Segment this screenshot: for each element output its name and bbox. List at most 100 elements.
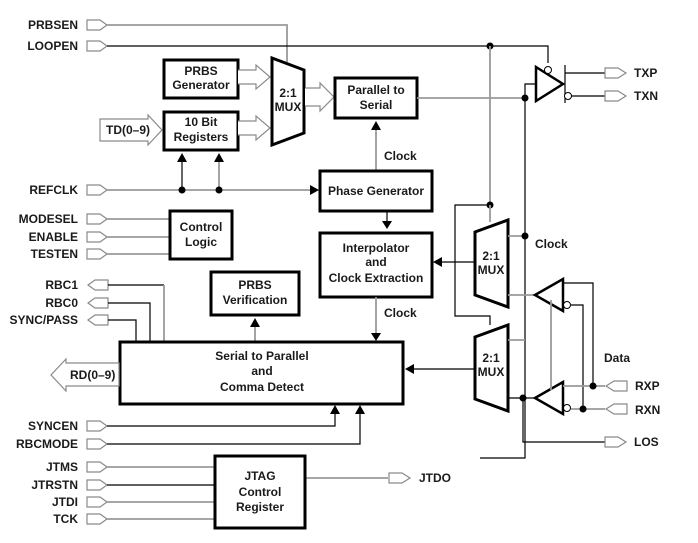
output-port-rbc0: RBC0 xyxy=(45,296,109,310)
svg-text:MUX: MUX xyxy=(275,100,302,114)
wire-rxp-upper xyxy=(563,282,594,386)
td-label: TD(0–9) xyxy=(106,123,150,137)
svg-text:PRBS: PRBS xyxy=(184,64,217,78)
arrow-icon xyxy=(405,364,414,374)
input-port-icon xyxy=(86,479,109,491)
testen-label: TESTEN xyxy=(31,247,78,261)
input-port-icon xyxy=(86,19,109,31)
svg-text:2:1: 2:1 xyxy=(279,86,297,100)
rd-bus-output: RD(0–9) xyxy=(50,357,120,393)
svg-text:Phase Generator: Phase Generator xyxy=(328,184,424,198)
svg-text:Verification: Verification xyxy=(223,293,288,307)
arrow-icon xyxy=(310,185,319,195)
input-port-testen: TESTEN xyxy=(31,247,109,261)
svg-text:Control: Control xyxy=(239,485,282,499)
input-port-prbsen: PRBSEN xyxy=(28,18,109,32)
output-port-rbc1: RBC1 xyxy=(45,278,109,292)
wire-rbcmode xyxy=(107,413,361,445)
input-port-enable: ENABLE xyxy=(29,230,109,244)
data-label: Data xyxy=(604,351,630,365)
arrow-icon xyxy=(382,221,392,229)
arrow-icon xyxy=(355,405,365,414)
prbsen-label: PRBSEN xyxy=(28,18,78,32)
svg-text:Comma Detect: Comma Detect xyxy=(220,380,304,394)
input-port-icon xyxy=(86,513,109,525)
sync-pass-label: SYNC/PASS xyxy=(10,313,78,327)
input-port-icon xyxy=(86,496,109,508)
svg-text:MUX: MUX xyxy=(478,263,505,277)
serial-to-parallel-block: Serial to Parallel and Comma Detect xyxy=(118,340,405,406)
input-port-icon xyxy=(86,248,109,260)
bus-arrow-icon xyxy=(238,63,271,91)
input-port-icon xyxy=(86,438,109,450)
interpolator-clock-extraction-block: Interpolator and Clock Extraction xyxy=(318,231,434,299)
junction-dot xyxy=(521,232,529,240)
svg-text:PRBS: PRBS xyxy=(238,278,271,292)
arrow-icon xyxy=(250,318,260,327)
input-port-icon xyxy=(604,380,628,392)
rd-label: RD(0–9) xyxy=(70,368,115,382)
control-logic-block: Control Logic xyxy=(168,209,234,261)
jtms-label: JTMS xyxy=(46,460,78,474)
jtrstn-label: JTRSTN xyxy=(31,478,78,492)
jtdo-label: JTDO xyxy=(419,471,451,485)
junction-dot xyxy=(215,186,223,194)
wire-rbc0 xyxy=(108,302,151,341)
txp-label: TXP xyxy=(634,66,657,80)
input-port-icon xyxy=(86,231,109,243)
svg-text:10 Bit: 10 Bit xyxy=(185,115,218,129)
rbc1-label: RBC1 xyxy=(45,278,78,292)
svg-text:Logic: Logic xyxy=(185,235,217,249)
input-port-icon xyxy=(86,213,109,225)
tx-driver xyxy=(534,64,572,104)
svg-text:Parallel to: Parallel to xyxy=(347,83,404,97)
refclk-label: REFCLK xyxy=(29,183,78,197)
td-bus-input: TD(0–9) xyxy=(99,113,163,147)
arrow-icon xyxy=(177,153,187,162)
svg-text:Register: Register xyxy=(236,500,284,514)
enable-label: ENABLE xyxy=(29,230,78,244)
input-port-loopen: LOOPEN xyxy=(27,39,109,53)
txn-label: TXN xyxy=(634,89,658,103)
svg-text:Control: Control xyxy=(180,220,223,234)
output-port-icon xyxy=(86,314,109,326)
svg-text:Serial: Serial xyxy=(360,98,393,112)
junction-dot xyxy=(579,405,587,413)
jtag-control-register-block: JTAG Control Register xyxy=(213,454,307,530)
svg-text:2:1: 2:1 xyxy=(482,351,500,365)
svg-text:MUX: MUX xyxy=(478,365,505,379)
input-port-tck: TCK xyxy=(53,512,109,526)
clock-mux: 2:1 MUX xyxy=(473,217,510,310)
jtdi-label: JTDI xyxy=(52,495,78,509)
input-port-rxn: RXN xyxy=(604,403,660,417)
output-port-icon xyxy=(86,279,109,291)
svg-text:2:1: 2:1 xyxy=(482,249,500,263)
serdes-block-diagram: PRBSEN LOOPEN REFCLK MODESEL ENABLE TEST… xyxy=(10,18,660,530)
input-port-jtdi: JTDI xyxy=(52,495,109,509)
clock-label: Clock xyxy=(535,237,568,251)
output-port-icon xyxy=(388,472,412,484)
svg-text:and: and xyxy=(365,255,386,269)
arrow-icon xyxy=(433,257,442,267)
output-port-los: LOS xyxy=(604,435,659,449)
input-port-icon xyxy=(604,403,628,415)
input-port-rxp: RXP xyxy=(604,379,660,393)
arrow-icon xyxy=(214,153,224,162)
output-port-icon xyxy=(604,67,628,79)
wire-rxn-upper xyxy=(571,304,584,409)
parallel-to-serial-block: Parallel to Serial xyxy=(333,76,419,120)
rx-receiver-upper xyxy=(532,276,571,314)
ten-bit-registers-block: 10 Bit Registers xyxy=(162,110,240,152)
phase-generator-block: Phase Generator xyxy=(318,169,434,213)
arrow-icon xyxy=(371,333,381,341)
tck-label: TCK xyxy=(53,512,78,526)
rbc0-label: RBC0 xyxy=(45,296,78,310)
svg-text:Generator: Generator xyxy=(172,78,230,92)
svg-text:Clock Extraction: Clock Extraction xyxy=(329,271,424,285)
output-port-sync-pass: SYNC/PASS xyxy=(10,313,109,327)
arrow-icon xyxy=(371,121,381,130)
modesel-label: MODESEL xyxy=(19,212,78,226)
arrow-icon xyxy=(330,405,340,414)
input-port-icon xyxy=(86,184,109,196)
output-port-icon xyxy=(604,436,628,448)
